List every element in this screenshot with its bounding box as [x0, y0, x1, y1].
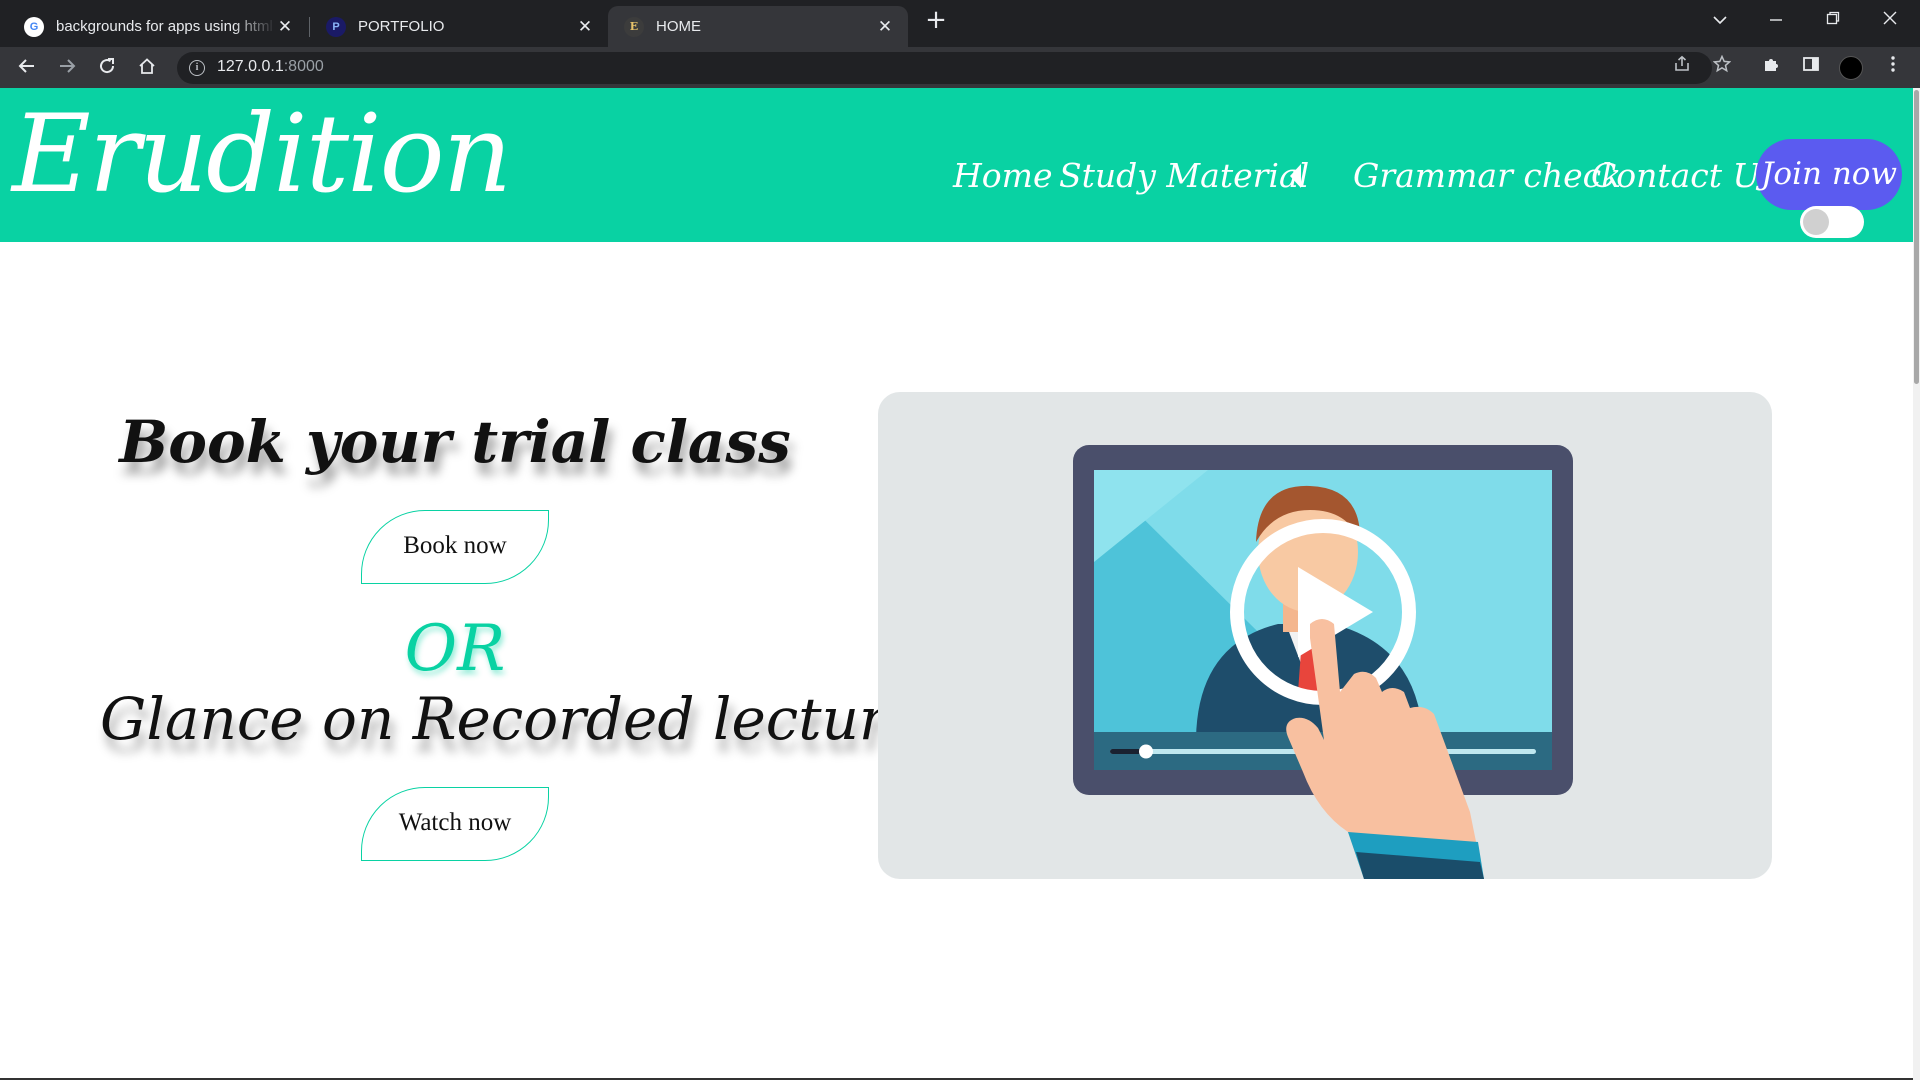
toggle-knob	[1803, 209, 1829, 235]
menu-kebab-icon[interactable]	[1878, 53, 1908, 83]
extensions-puzzle-icon[interactable]	[1756, 53, 1786, 83]
tab-google-search[interactable]: G backgrounds for apps using html ✕	[8, 6, 308, 47]
tab-title: backgrounds for apps using html	[56, 18, 273, 35]
reload-icon[interactable]	[92, 53, 122, 83]
tab-title: PORTFOLIO	[358, 18, 445, 35]
theme-toggle-switch[interactable]	[1800, 206, 1864, 238]
share-icon[interactable]	[1667, 53, 1697, 83]
page-scrollbar-thumb[interactable]	[1914, 90, 1919, 384]
close-window-button[interactable]	[1870, 6, 1910, 34]
browser-tab-strip: G backgrounds for apps using html ✕ P PO…	[0, 0, 1920, 47]
or-divider-text: OR	[404, 612, 506, 686]
profile-avatar[interactable]	[1839, 56, 1863, 80]
url-port: :8000	[283, 58, 324, 75]
close-icon[interactable]: ✕	[276, 17, 294, 37]
tab-search-icon[interactable]	[1700, 6, 1740, 34]
google-g-icon: G	[24, 16, 44, 37]
forward-arrow-icon[interactable]	[52, 53, 82, 83]
back-arrow-icon[interactable]	[12, 53, 42, 83]
bookmark-star-icon[interactable]	[1707, 53, 1737, 83]
nav-study-material[interactable]: Study Material	[1059, 156, 1309, 195]
address-url: 127.0.0.1:8000	[217, 58, 324, 76]
close-icon[interactable]: ✕	[876, 17, 894, 37]
minimize-button[interactable]	[1756, 6, 1796, 34]
video-lecture-illustration	[1073, 445, 1573, 879]
site-header: Erudition Home Study Material Grammar ch…	[0, 88, 1920, 242]
side-panel-icon[interactable]	[1796, 53, 1826, 83]
new-tab-button[interactable]: +	[922, 6, 950, 34]
video-lecture-card	[878, 392, 1772, 879]
url-host: 127.0.0.1	[217, 58, 284, 75]
portfolio-icon: P	[326, 16, 346, 37]
recorded-lectures-heading: Glance on Recorded lectures	[100, 685, 951, 753]
watch-now-button[interactable]: Watch now	[361, 787, 549, 861]
caret-left-icon[interactable]	[1290, 164, 1301, 188]
site-info-icon[interactable]: i	[189, 60, 205, 76]
join-now-button[interactable]: Join now	[1756, 139, 1902, 210]
nav-grammar-check[interactable]: Grammar check	[1353, 156, 1621, 195]
tab-portfolio[interactable]: P PORTFOLIO ✕	[310, 6, 608, 47]
site-logo[interactable]: Erudition	[12, 92, 512, 217]
erudition-e-icon: E	[624, 16, 644, 37]
nav-contact-us[interactable]: Contact Us	[1591, 156, 1777, 195]
tab-title: HOME	[656, 18, 701, 35]
close-icon[interactable]: ✕	[576, 17, 594, 37]
nav-home[interactable]: Home	[953, 156, 1052, 195]
restore-button[interactable]	[1813, 6, 1853, 34]
browser-toolbar: i 127.0.0.1:8000	[0, 47, 1920, 88]
trial-class-heading: Book your trial class	[119, 408, 791, 476]
tab-home[interactable]: E HOME ✕	[608, 6, 908, 47]
book-now-button[interactable]: Book now	[361, 510, 549, 584]
home-icon[interactable]	[132, 53, 162, 83]
address-bar[interactable]: i 127.0.0.1:8000	[177, 52, 1712, 84]
